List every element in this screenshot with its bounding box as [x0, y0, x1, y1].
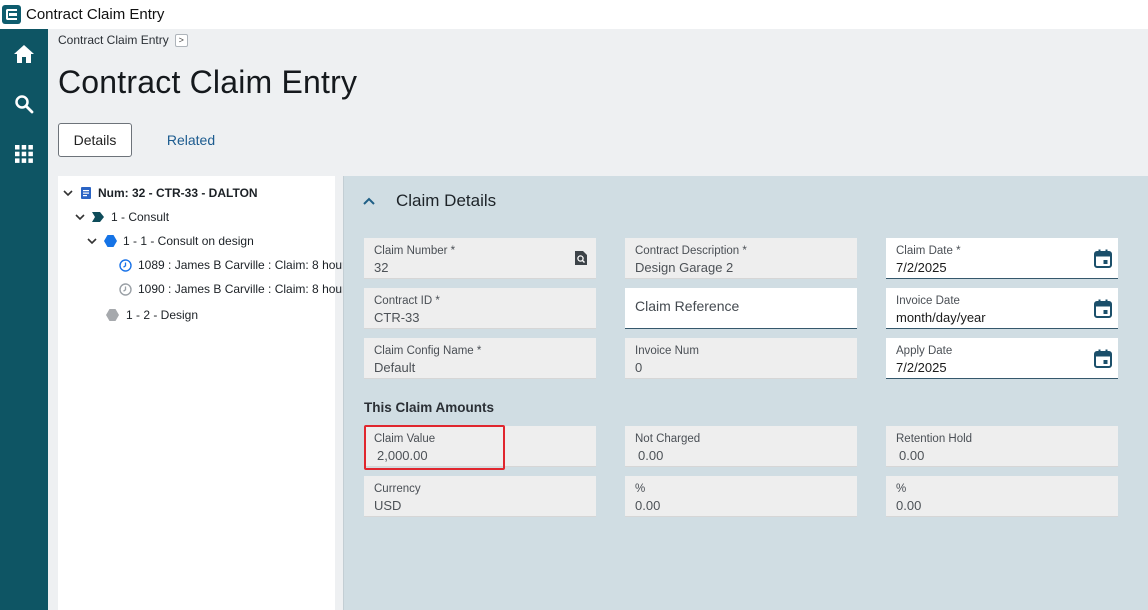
search-icon: [15, 95, 34, 114]
claim-number-field[interactable]: Claim Number * 32: [364, 238, 596, 279]
task-hexagon-icon: [106, 309, 119, 321]
field-label: Contract Description *: [635, 245, 747, 257]
not-charged-field[interactable]: Not Charged 0.00: [625, 426, 857, 467]
tree-node-label: 1090 : James B Carville : Claim: 8 hours: [138, 282, 353, 296]
chevron-up-icon[interactable]: [362, 194, 376, 208]
title-bar: Contract Claim Entry: [0, 0, 1148, 29]
app-logo-icon: [2, 5, 21, 24]
claim-amounts-heading: This Claim Amounts: [364, 400, 495, 415]
field-value: USD: [374, 498, 402, 513]
field-value: 32: [374, 260, 389, 275]
retention-hold-field[interactable]: Retention Hold 0.00: [886, 426, 1118, 467]
claim-reference-field[interactable]: Claim Reference: [625, 288, 857, 329]
tree-node-label: Num: 32 - CTR-33 - DALTON: [98, 186, 258, 200]
field-value: 0.00: [638, 448, 664, 463]
document-icon: [80, 186, 92, 200]
field-value: 0: [635, 360, 643, 375]
breadcrumb-arrow-button[interactable]: >: [174, 33, 188, 47]
tree-node-label: 1 - Consult: [111, 210, 170, 224]
tab-related[interactable]: Related: [154, 123, 228, 157]
phase-tag-icon: [92, 212, 104, 222]
field-placeholder: Claim Reference: [635, 298, 740, 314]
percent-field-2[interactable]: % 0.00: [886, 476, 1118, 517]
clock-icon: [119, 282, 132, 296]
lookup-search-icon[interactable]: [570, 247, 592, 269]
tree-node-root[interactable]: Num: 32 - CTR-33 - DALTON: [62, 184, 258, 202]
task-hexagon-icon: [104, 235, 117, 247]
field-label: %: [635, 483, 646, 495]
apply-date-field[interactable]: Apply Date 7/2/2025: [886, 338, 1118, 379]
field-value: 0.00: [635, 498, 661, 513]
home-icon: [14, 45, 34, 63]
field-value: 0.00: [899, 448, 925, 463]
field-value: CTR-33: [374, 310, 420, 325]
calendar-icon[interactable]: [1092, 347, 1114, 369]
tab-details[interactable]: Details: [58, 123, 132, 157]
claim-config-name-field[interactable]: Claim Config Name * Default: [364, 338, 596, 379]
claim-details-header[interactable]: Claim Details: [344, 176, 1148, 226]
field-label: Claim Config Name *: [374, 345, 482, 357]
field-label: Claim Number *: [374, 245, 456, 257]
window-title: Contract Claim Entry: [26, 6, 165, 23]
page-title: Contract Claim Entry: [58, 64, 358, 100]
field-label: Invoice Num: [635, 345, 699, 357]
invoice-date-field[interactable]: Invoice Date month/day/year: [886, 288, 1118, 329]
clock-icon: [119, 258, 132, 272]
field-value: Default: [374, 360, 416, 375]
field-value: 0.00: [896, 498, 922, 513]
chevron-down-icon[interactable]: [74, 211, 86, 223]
tree-node-consult[interactable]: 1 - Consult: [74, 208, 169, 226]
section-title: Claim Details: [396, 191, 497, 210]
tree-node-claim-1089[interactable]: 1089 : James B Carville : Claim: 8 hours: [119, 256, 352, 274]
left-nav-rail: [0, 29, 48, 610]
tree-node-label: 1 - 1 - Consult on design: [123, 234, 254, 248]
field-label: Claim Value: [374, 433, 436, 445]
tree-node-label: 1089 : James B Carville : Claim: 8 hours: [138, 258, 353, 272]
apps-grid-icon: [15, 145, 33, 163]
field-label: Claim Date *: [896, 245, 961, 257]
percent-field-1[interactable]: % 0.00: [625, 476, 857, 517]
field-value: 2,000.00: [377, 448, 428, 463]
tree-node-claim-1090[interactable]: 1090 : James B Carville : Claim: 8 hours: [119, 280, 352, 298]
tree-node-consult-design[interactable]: 1 - 1 - Consult on design: [86, 232, 254, 250]
chevron-down-icon[interactable]: [86, 235, 98, 247]
claim-value-field[interactable]: Claim Value 2,000.00: [364, 426, 596, 467]
apps-button[interactable]: [0, 131, 48, 177]
field-label: Invoice Date: [896, 295, 960, 307]
breadcrumb-item[interactable]: Contract Claim Entry: [58, 33, 169, 47]
field-value: 7/2/2025: [896, 360, 947, 375]
field-label: Currency: [374, 483, 421, 495]
currency-field[interactable]: Currency USD: [364, 476, 596, 517]
field-label: Apply Date: [896, 345, 953, 357]
breadcrumb: Contract Claim Entry >: [58, 33, 188, 47]
calendar-icon[interactable]: [1092, 297, 1114, 319]
field-label: %: [896, 483, 907, 495]
field-label: Contract ID *: [374, 295, 440, 307]
contract-description-field[interactable]: Contract Description * Design Garage 2: [625, 238, 857, 279]
field-value: 7/2/2025: [896, 260, 947, 275]
field-value: month/day/year: [896, 310, 986, 325]
claim-date-field[interactable]: Claim Date * 7/2/2025: [886, 238, 1118, 279]
field-label: Not Charged: [635, 433, 701, 445]
home-button[interactable]: [0, 31, 48, 77]
contract-tree: Num: 32 - CTR-33 - DALTON 1 - Consult 1 …: [58, 176, 352, 610]
field-label: Retention Hold: [896, 433, 973, 445]
tree-node-label: 1 - 2 - Design: [126, 308, 199, 322]
search-button[interactable]: [0, 81, 48, 127]
chevron-down-icon[interactable]: [62, 187, 74, 199]
tree-node-design[interactable]: 1 - 2 - Design: [106, 306, 198, 324]
contract-id-field[interactable]: Contract ID * CTR-33: [364, 288, 596, 329]
invoice-num-field[interactable]: Invoice Num 0: [625, 338, 857, 379]
field-value: Design Garage 2: [635, 260, 734, 275]
calendar-icon[interactable]: [1092, 247, 1114, 269]
